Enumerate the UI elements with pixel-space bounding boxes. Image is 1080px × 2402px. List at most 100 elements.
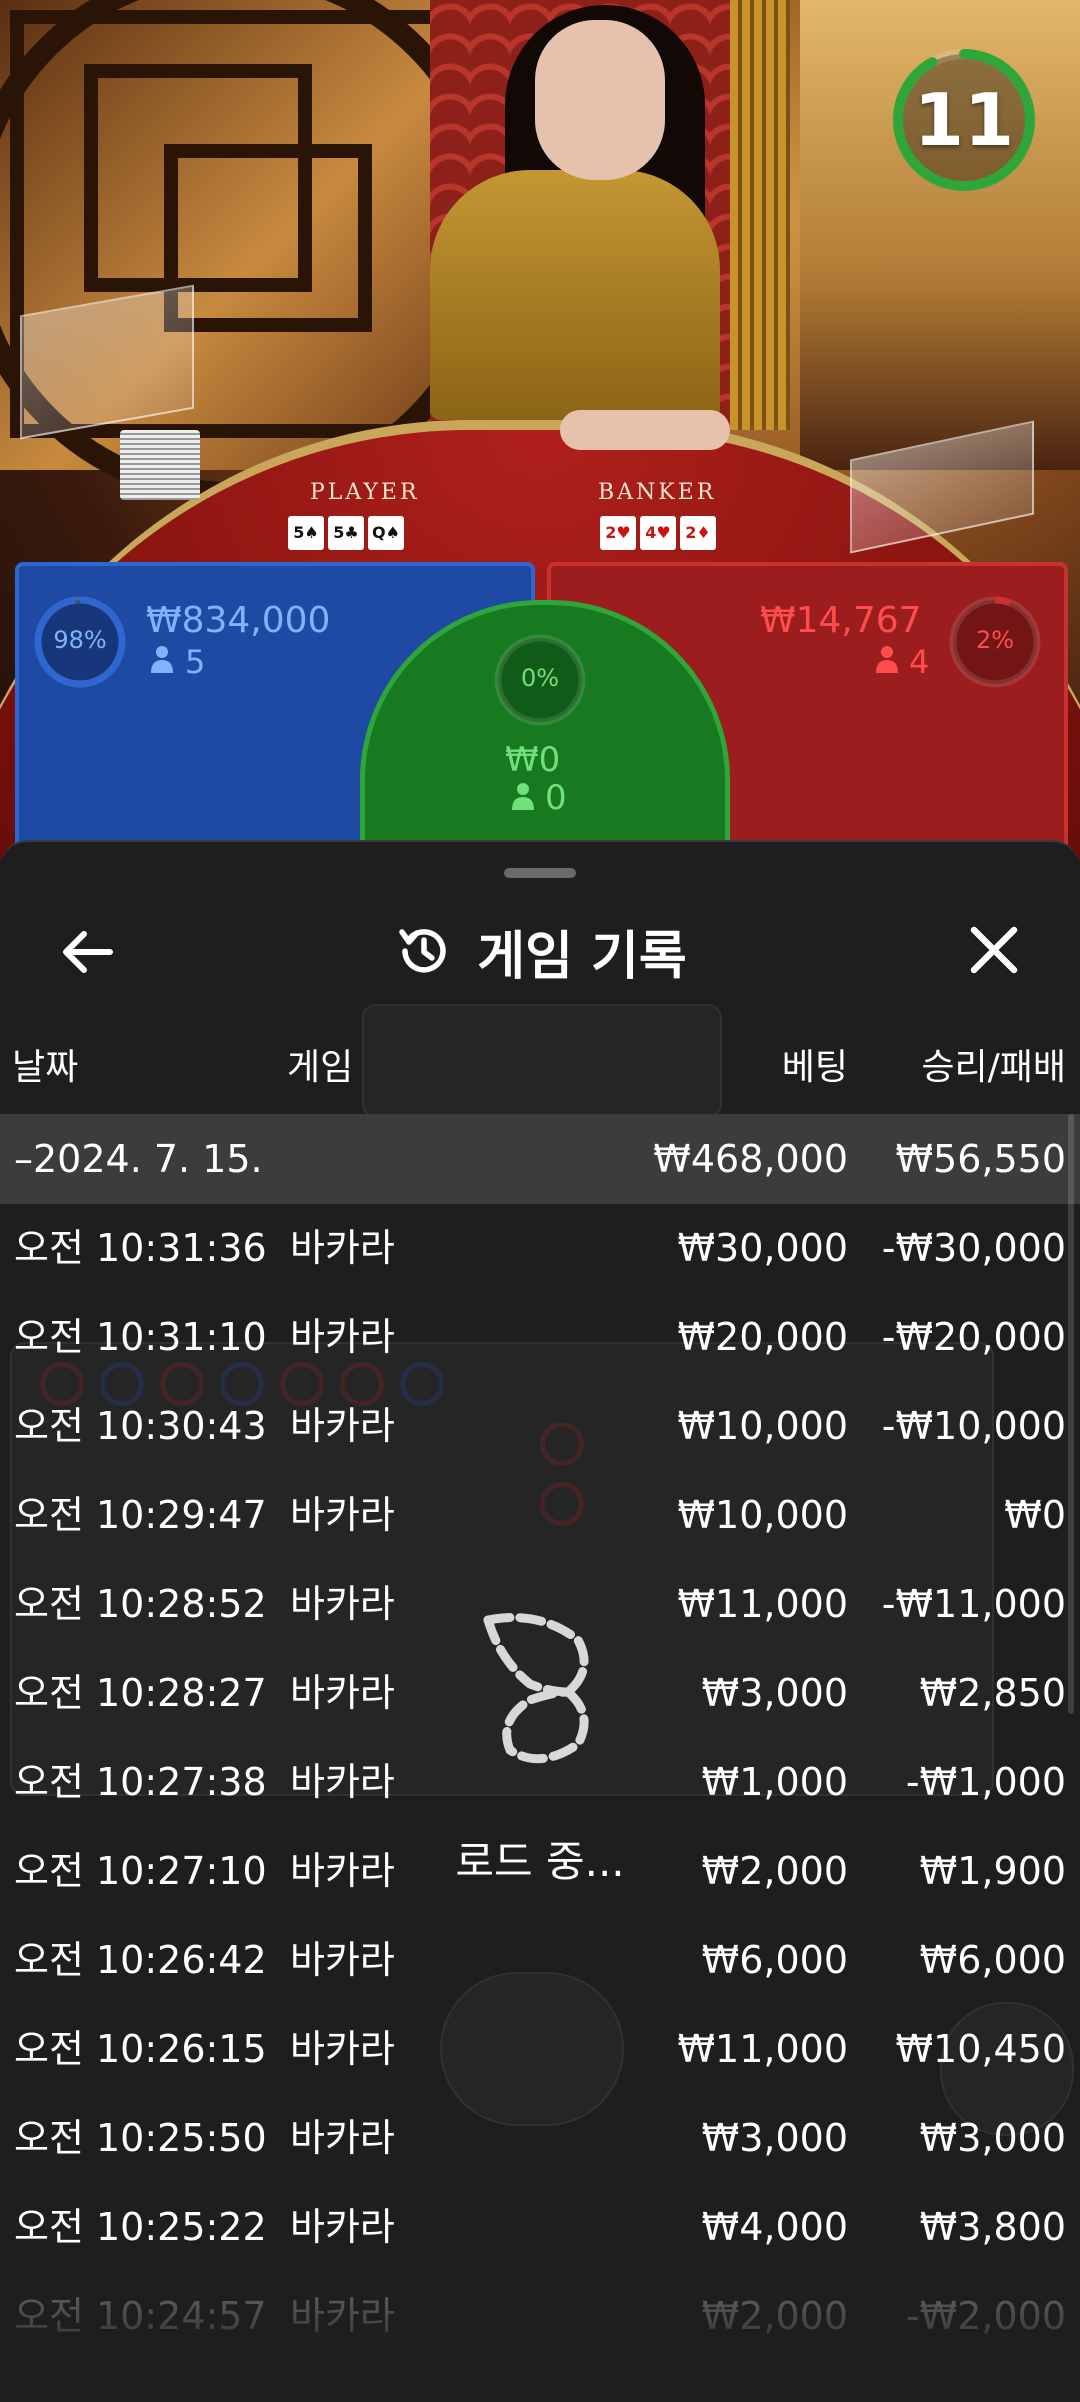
row-result: -₩20,000 (881, 1315, 1066, 1359)
scrollbar[interactable] (1068, 1114, 1074, 1714)
row-time: 오전 10:25:50 (14, 2116, 267, 2160)
row-bet: ₩11,000 (677, 1582, 848, 1626)
row-game: 바카라 (290, 2027, 395, 2071)
column-header-date: 날짜 (12, 1047, 79, 1088)
table-header: 날짜 게임 베팅 승리/패배 (0, 1038, 1080, 1098)
date-group-result-total: ₩56,550 (895, 1137, 1066, 1181)
row-time: 오전 10:25:22 (14, 2205, 267, 2249)
row-time: 오전 10:31:10 (14, 1315, 267, 1359)
row-game: 바카라 (290, 2294, 395, 2338)
date-group-bet-total: ₩468,000 (653, 1137, 848, 1181)
tie-bettors-icon (512, 783, 534, 810)
table-label-player: PLAYER (310, 480, 420, 505)
row-game: 바카라 (290, 1671, 395, 1715)
table-row[interactable]: 오전 10:30:43 바카라 ₩10,000 -₩10,000 (0, 1382, 1080, 1471)
row-result: ₩0 (1004, 1493, 1066, 1537)
back-arrow-icon[interactable] (52, 916, 124, 988)
row-time: 오전 10:26:15 (14, 2027, 267, 2071)
row-time: 오전 10:28:27 (14, 1671, 267, 1715)
row-bet: ₩20,000 (677, 1315, 848, 1359)
timer-value: 11 (913, 78, 1015, 162)
table-row[interactable]: 오전 10:31:10 바카라 ₩20,000 -₩20,000 (0, 1293, 1080, 1382)
row-bet: ₩3,000 (701, 2116, 848, 2160)
date-group-row[interactable]: –2024. 7. 15. ₩468,000 ₩56,550 (0, 1114, 1080, 1204)
date-group-label: –2024. 7. 15. (14, 1137, 263, 1181)
tie-bettors-count: 0 (545, 778, 567, 818)
row-time: 오전 10:30:43 (14, 1404, 267, 1448)
banker-card: 4♥ (640, 516, 676, 550)
row-result: ₩6,000 (919, 1938, 1066, 1982)
card-stack (120, 430, 200, 500)
dealer-face (535, 20, 665, 180)
row-game: 바카라 (290, 1760, 395, 1804)
row-result: -₩2,000 (905, 2294, 1066, 2338)
row-time: 오전 10:31:36 (14, 1226, 267, 1270)
row-time: 오전 10:26:42 (14, 1938, 267, 1982)
row-game: 바카라 (290, 1582, 395, 1626)
tie-percent: 0% (520, 664, 560, 692)
row-game: 바카라 (290, 2205, 395, 2249)
sheet-header: 게임 기록 (0, 906, 1080, 996)
row-result: ₩2,850 (919, 1671, 1066, 1715)
row-game: 바카라 (290, 1404, 395, 1448)
table-row[interactable]: 오전 10:31:36 바카라 ₩30,000 -₩30,000 (0, 1204, 1080, 1293)
row-game: 바카라 (290, 1493, 395, 1537)
column-header-bet: 베팅 (781, 1047, 848, 1088)
tie-bet-amount: ₩0 (505, 740, 561, 780)
history-list: 오전 10:31:36 바카라 ₩30,000 -₩30,000 오전 10:3… (0, 1204, 1080, 2361)
row-bet: ₩30,000 (677, 1226, 848, 1270)
row-bet: ₩3,000 (701, 1671, 848, 1715)
dealer-hands (560, 410, 730, 450)
column-header-game: 게임 (287, 1047, 354, 1088)
player-card: 5♠ (288, 516, 324, 550)
row-bet: ₩1,000 (701, 1760, 848, 1804)
dealer-body (430, 170, 720, 420)
row-time: 오전 10:29:47 (14, 1493, 267, 1537)
row-game: 바카라 (290, 1315, 395, 1359)
banker-percent: 2% (975, 626, 1015, 654)
row-bet: ₩4,000 (701, 2205, 848, 2249)
banker-card: 2♥ (600, 516, 636, 550)
table-row[interactable]: 오전 10:25:22 바카라 ₩4,000 ₩3,800 (0, 2183, 1080, 2272)
close-icon[interactable] (960, 916, 1028, 984)
row-result: ₩3,800 (919, 2205, 1066, 2249)
row-game: 바카라 (290, 2116, 395, 2160)
row-bet: ₩10,000 (677, 1404, 848, 1448)
sheet-drag-handle[interactable] (504, 868, 576, 878)
row-time: 오전 10:24:57 (14, 2294, 267, 2338)
table-row[interactable]: 오전 10:25:50 바카라 ₩3,000 ₩3,000 (0, 2094, 1080, 2183)
player-bettors-count: 5 (185, 643, 206, 681)
table-label-banker: BANKER (598, 480, 717, 505)
row-result: ₩3,000 (919, 2116, 1066, 2160)
player-bettors-icon (151, 646, 173, 673)
banker-bettors-icon (876, 646, 898, 673)
loading-text: 로드 중... (455, 1837, 625, 1886)
row-result: -₩30,000 (881, 1226, 1066, 1270)
table-row[interactable]: 오전 10:26:42 바카라 ₩6,000 ₩6,000 (0, 1916, 1080, 2005)
row-result: -₩1,000 (905, 1760, 1066, 1804)
row-bet: ₩6,000 (701, 1938, 848, 1982)
row-result: ₩10,450 (895, 2027, 1066, 2071)
row-bet: ₩10,000 (677, 1493, 848, 1537)
row-time: 오전 10:27:38 (14, 1760, 267, 1804)
loading-spinner-icon (483, 1613, 589, 1764)
banker-bet-amount: ₩14,767 (760, 600, 922, 641)
page-title: 게임 기록 (477, 926, 687, 987)
row-game: 바카라 (290, 1226, 395, 1270)
table-row[interactable]: 오전 10:24:57 바카라 ₩2,000 -₩2,000 (0, 2272, 1080, 2361)
table-row[interactable]: 오전 10:26:15 바카라 ₩11,000 ₩10,450 (0, 2005, 1080, 2094)
row-result: -₩10,000 (881, 1404, 1066, 1448)
banker-card: 2♦ (680, 516, 716, 550)
column-header-result: 승리/패배 (921, 1047, 1066, 1088)
row-game: 바카라 (290, 1938, 395, 1982)
banker-bettors-count: 4 (909, 643, 930, 681)
row-time: 오전 10:28:52 (14, 1582, 267, 1626)
table-row[interactable]: 오전 10:29:47 바카라 ₩10,000 ₩0 (0, 1471, 1080, 1560)
row-bet: ₩2,000 (701, 2294, 848, 2338)
player-bet-amount: ₩834,000 (146, 600, 331, 641)
history-icon (399, 929, 446, 973)
decor-pillar (730, 0, 790, 430)
row-result: -₩11,000 (881, 1582, 1066, 1626)
player-card: Q♠ (368, 516, 404, 550)
player-percent: 98% (53, 626, 107, 654)
